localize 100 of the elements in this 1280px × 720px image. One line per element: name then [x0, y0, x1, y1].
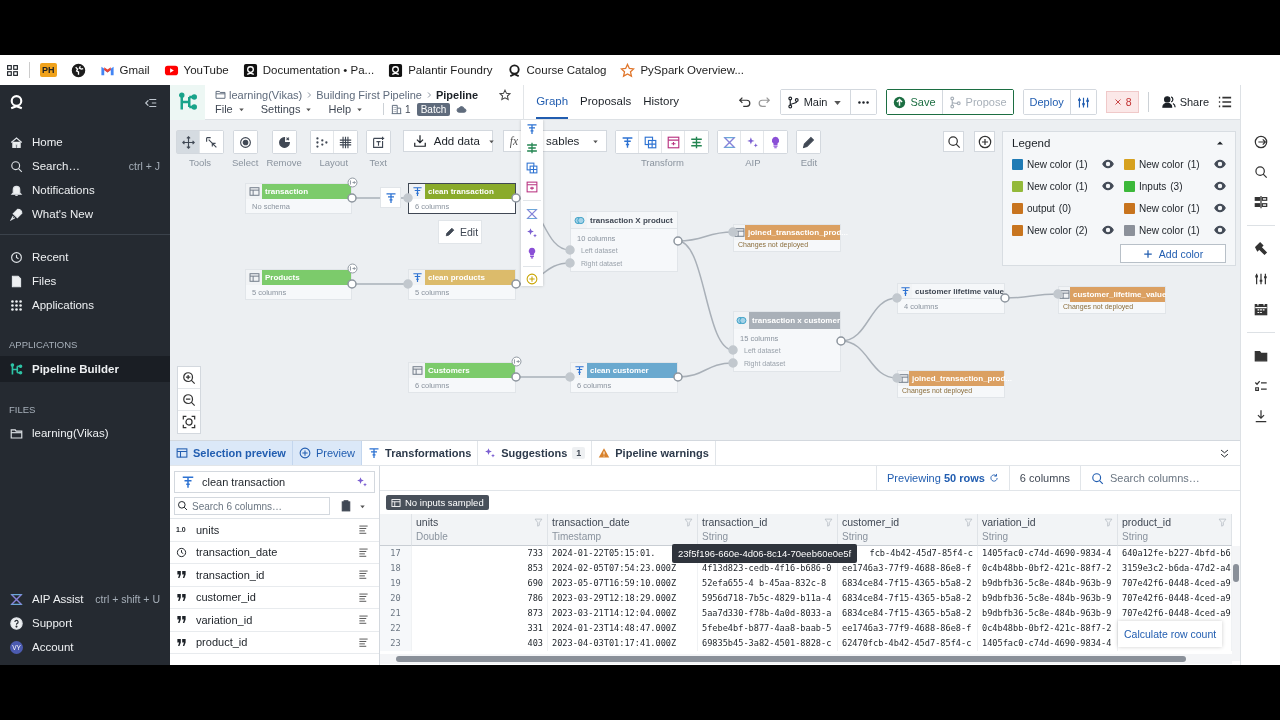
- shortcut-hint: ctrl + J: [128, 160, 160, 172]
- branch-button[interactable]: Main: [780, 90, 852, 114]
- table-cell: 873: [412, 606, 548, 621]
- count-label: 1: [405, 103, 411, 115]
- table-cell: 2023-05-07T16:59:10.000Z: [548, 576, 698, 591]
- legend-count: (1): [1187, 202, 1200, 214]
- legend-label: New color: [1139, 202, 1184, 214]
- breadcrumb-link[interactable]: Building First Pipeline: [316, 88, 422, 101]
- bookmark-link[interactable]: Gmail: [99, 62, 150, 78]
- table-cell: 52efa655-4 b-45aa-832c-8: [698, 576, 838, 591]
- node-title: clean customer: [590, 366, 649, 375]
- legend-label: output: [1027, 202, 1055, 214]
- view-tab[interactable]: History: [643, 85, 680, 119]
- legend-count: (2): [1075, 224, 1088, 236]
- group-label: Transform: [640, 157, 684, 168]
- deploy-button[interactable]: Deploy: [1023, 90, 1071, 114]
- table-cell: b9dbfb36-5c8e-484b-963b-9: [978, 606, 1118, 621]
- table-cell: 1405fac0-c74d-4690-9834-4: [978, 546, 1118, 561]
- column-item[interactable]: transaction_id: [170, 564, 379, 587]
- bookmark-link[interactable]: PH: [40, 63, 57, 77]
- menu-button[interactable]: Settings: [260, 103, 318, 115]
- bookmark-link[interactable]: Palantir Foundry: [388, 62, 493, 78]
- legend-count: (1): [1075, 180, 1088, 192]
- table-cell: 331: [412, 621, 548, 636]
- sidebar-item[interactable]: Home: [0, 130, 170, 154]
- legend-count: (0): [1058, 202, 1072, 214]
- table-cell: 2023-03-29T12:18:29.000Z: [548, 591, 698, 606]
- column-name: customer_id: [842, 516, 900, 528]
- legend-title: Legend: [1012, 137, 1051, 149]
- column-item[interactable]: transaction_date: [170, 541, 379, 564]
- search-field[interactable]: Search columns…: [1110, 472, 1230, 484]
- panel-tab[interactable]: Preview: [292, 441, 363, 465]
- table-cell: 2024-01-23T14:48:47.000Z: [548, 621, 698, 636]
- node-title: transaction X product: [590, 215, 673, 225]
- sidebar-item[interactable]: Recent: [0, 245, 170, 269]
- table-cell: 853: [412, 561, 548, 576]
- legend-label: New color: [1139, 158, 1184, 170]
- table-cell: 62470fcb-4b42-45d7-85f4-c: [838, 636, 978, 651]
- sidebar-item[interactable]: Applications: [0, 293, 170, 317]
- table-cell: 733: [412, 546, 548, 561]
- calculate-button[interactable]: Calculate row count: [1118, 621, 1222, 647]
- legend-label: New color: [1027, 158, 1072, 170]
- column-name: transaction_id: [702, 516, 768, 528]
- bookmark-link[interactable]: PySpark Overview...: [620, 62, 744, 78]
- menu-button[interactable]: Help: [328, 103, 369, 115]
- tooltip: 23f5f196-660e-4d06-8c14-70eeb60e0e5f: [672, 544, 858, 563]
- sidebar-item[interactable]: Search… ctrl + J: [0, 154, 170, 178]
- add-color-button[interactable]: Add color: [1120, 244, 1226, 263]
- dropdown-button[interactable]: Add data: [402, 130, 493, 152]
- legend-label: New color: [1027, 180, 1072, 192]
- function-icon: fx: [509, 135, 519, 147]
- breadcrumb-link[interactable]: learning(Vikas): [229, 88, 303, 101]
- bookmark-link[interactable]: YouTube: [163, 62, 229, 78]
- row-number: 19: [380, 576, 412, 591]
- table-cell: 403: [412, 636, 548, 651]
- errors-button[interactable]: 8: [1105, 91, 1139, 113]
- bookmark-link[interactable]: Documentation • Pa...: [242, 62, 375, 78]
- table-cell: 69835b45-3a82-4501-8828-c: [698, 636, 838, 651]
- legend-count: (1): [1187, 158, 1200, 170]
- sidebar-item[interactable]: AIP Assist ctrl + shift + U: [0, 587, 170, 611]
- search-field[interactable]: Search 6 columns…: [174, 497, 330, 515]
- column-type: String: [702, 531, 730, 542]
- menu-button[interactable]: File: [215, 103, 250, 115]
- column-item[interactable]: product_id: [170, 631, 379, 654]
- edit-button[interactable]: Edit: [438, 220, 482, 244]
- view-tab[interactable]: Proposals: [580, 85, 632, 119]
- legend-count: (3): [1170, 180, 1183, 192]
- sidebar-item[interactable]: Files: [0, 269, 170, 293]
- sidebar-item[interactable]: Pipeline Builder: [0, 356, 170, 382]
- column-type: String: [982, 531, 1010, 542]
- breadcrumb-link[interactable]: Pipeline: [435, 88, 479, 101]
- save-button[interactable]: Save: [887, 90, 943, 114]
- section-heading: FILES: [8, 403, 37, 417]
- sample-badge: No inputs sampled: [386, 495, 489, 510]
- panel-tab[interactable]: Selection preview: [170, 441, 293, 465]
- column-type: String: [842, 531, 870, 542]
- legend-label: New color: [1027, 224, 1072, 236]
- sidebar-item[interactable]: learning(Vikas): [0, 421, 170, 445]
- column-name: transaction_date: [552, 516, 630, 528]
- column-item[interactable]: variation_id: [170, 609, 379, 632]
- table-cell: 0c4b48bb-0bf2-421c-88f7-2: [978, 561, 1118, 576]
- row-number: 23: [380, 636, 412, 651]
- table-cell: 5956d718-7b5c-4829-b11a-4: [698, 591, 838, 606]
- column-count: 6 columns: [1019, 472, 1070, 484]
- node-title: transaction: [265, 187, 309, 196]
- table-cell: 5aa7d330-f78b-4a0d-8033-a: [698, 606, 838, 621]
- group-label: Tools: [188, 157, 212, 168]
- sidebar-item[interactable]: What's New: [0, 202, 170, 226]
- bookmark-link[interactable]: Course Catalog: [506, 62, 607, 78]
- column-item[interactable]: customer_id: [170, 586, 379, 609]
- legend-count: (1): [1187, 224, 1200, 236]
- transform-name-field[interactable]: clean transaction: [174, 471, 375, 493]
- group-label: Remove: [266, 157, 302, 168]
- sidebar-item[interactable]: Notifications: [0, 178, 170, 202]
- column-name: product_id: [1122, 516, 1172, 528]
- sidebar-item[interactable]: Support: [0, 611, 170, 635]
- table-cell: 6834ce84-7f15-4365-b5a8-2: [838, 576, 978, 591]
- share-button[interactable]: Share: [1157, 95, 1213, 109]
- table-cell: 2023-03-21T14:12:04.000Z: [548, 606, 698, 621]
- row-number: 20: [380, 591, 412, 606]
